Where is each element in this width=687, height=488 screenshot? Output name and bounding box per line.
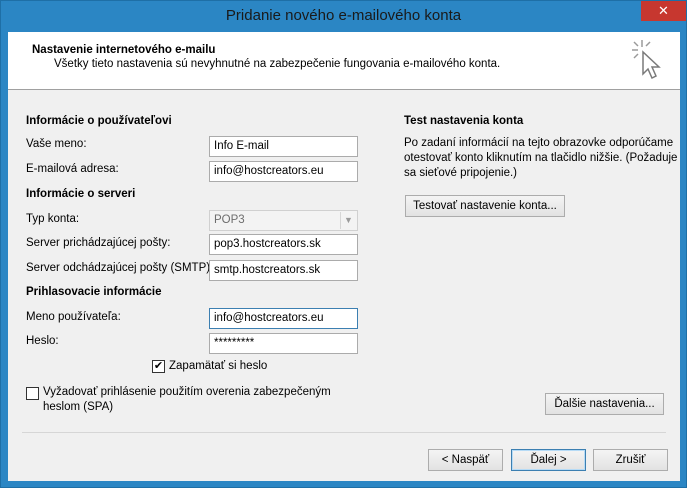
header-pane: Nastavenie internetového e-mailu Všetky …: [8, 32, 680, 90]
login-info-section-title: Prihlasovacie informácie: [26, 286, 162, 298]
test-description: Po zadaní informácií na tejto obrazovke …: [404, 136, 677, 181]
name-label: Vaše meno:: [26, 138, 87, 150]
server-info-section-title: Informácie o serveri: [26, 188, 136, 200]
test-description-line2: otestovať konto kliknutím na tlačidlo ni…: [404, 152, 678, 164]
remember-password-checkbox[interactable]: ✔: [152, 360, 165, 373]
incoming-server-label: Server prichádzajúcej pošty:: [26, 237, 171, 249]
spa-label-line2: heslom (SPA): [43, 401, 114, 413]
next-button[interactable]: Ďalej >: [511, 449, 586, 471]
header-title: Nastavenie internetového e-mailu: [32, 44, 216, 56]
account-type-label: Typ konta:: [26, 213, 80, 225]
close-icon: ✕: [658, 3, 669, 18]
email-label: E-mailová adresa:: [26, 163, 119, 175]
user-info-section-title: Informácie o používateľovi: [26, 115, 172, 127]
test-account-settings-button[interactable]: Testovať nastavenie konta...: [405, 195, 565, 217]
close-button[interactable]: ✕: [641, 1, 686, 21]
password-field[interactable]: *********: [209, 333, 358, 354]
back-button[interactable]: < Naspäť: [428, 449, 503, 471]
remember-password-label[interactable]: Zapamätať si heslo: [169, 360, 267, 372]
password-label: Heslo:: [26, 335, 59, 347]
incoming-server-field[interactable]: pop3.hostcreators.sk: [209, 234, 358, 255]
checkmark-icon: ✔: [153, 360, 164, 372]
spa-label[interactable]: Vyžadovať prihlásenie použitím overenia …: [43, 385, 331, 415]
outgoing-server-label: Server odchádzajúcej pošty (SMTP):: [26, 262, 214, 274]
name-field[interactable]: Info E-mail: [209, 136, 358, 157]
footer-divider: [22, 432, 666, 433]
test-section-title: Test nastavenia konta: [404, 115, 524, 127]
window-title: Pridanie nového e-mailového konta: [225, 7, 462, 24]
username-field[interactable]: info@hostcreators.eu: [209, 308, 358, 329]
test-description-line3: sa sieťové pripojenie.): [404, 167, 517, 179]
account-type-value: POP3: [214, 214, 245, 226]
header-subtitle: Všetky tieto nastavenia sú nevyhnutné na…: [54, 58, 501, 70]
account-type-select: POP3 ▼: [209, 210, 358, 231]
outgoing-server-field[interactable]: smtp.hostcreators.sk: [209, 260, 358, 281]
email-field[interactable]: info@hostcreators.eu: [209, 161, 358, 182]
spa-label-line1: Vyžadovať prihlásenie použitím overenia …: [43, 386, 331, 398]
username-label: Meno používateľa:: [26, 311, 121, 323]
chevron-down-icon: ▼: [340, 212, 356, 229]
more-settings-button[interactable]: Ďalšie nastavenia...: [545, 393, 664, 415]
dialog-client-area: Nastavenie internetového e-mailu Všetky …: [8, 32, 680, 481]
cancel-button[interactable]: Zrušiť: [593, 449, 668, 471]
cursor-click-icon: [632, 40, 661, 80]
test-description-line1: Po zadaní informácií na tejto obrazovke …: [404, 137, 674, 149]
title-bar[interactable]: Pridanie nového e-mailového konta ✕: [1, 1, 686, 32]
spa-checkbox[interactable]: [26, 387, 39, 400]
dialog-window: Pridanie nového e-mailového konta ✕ Nast…: [0, 0, 687, 488]
